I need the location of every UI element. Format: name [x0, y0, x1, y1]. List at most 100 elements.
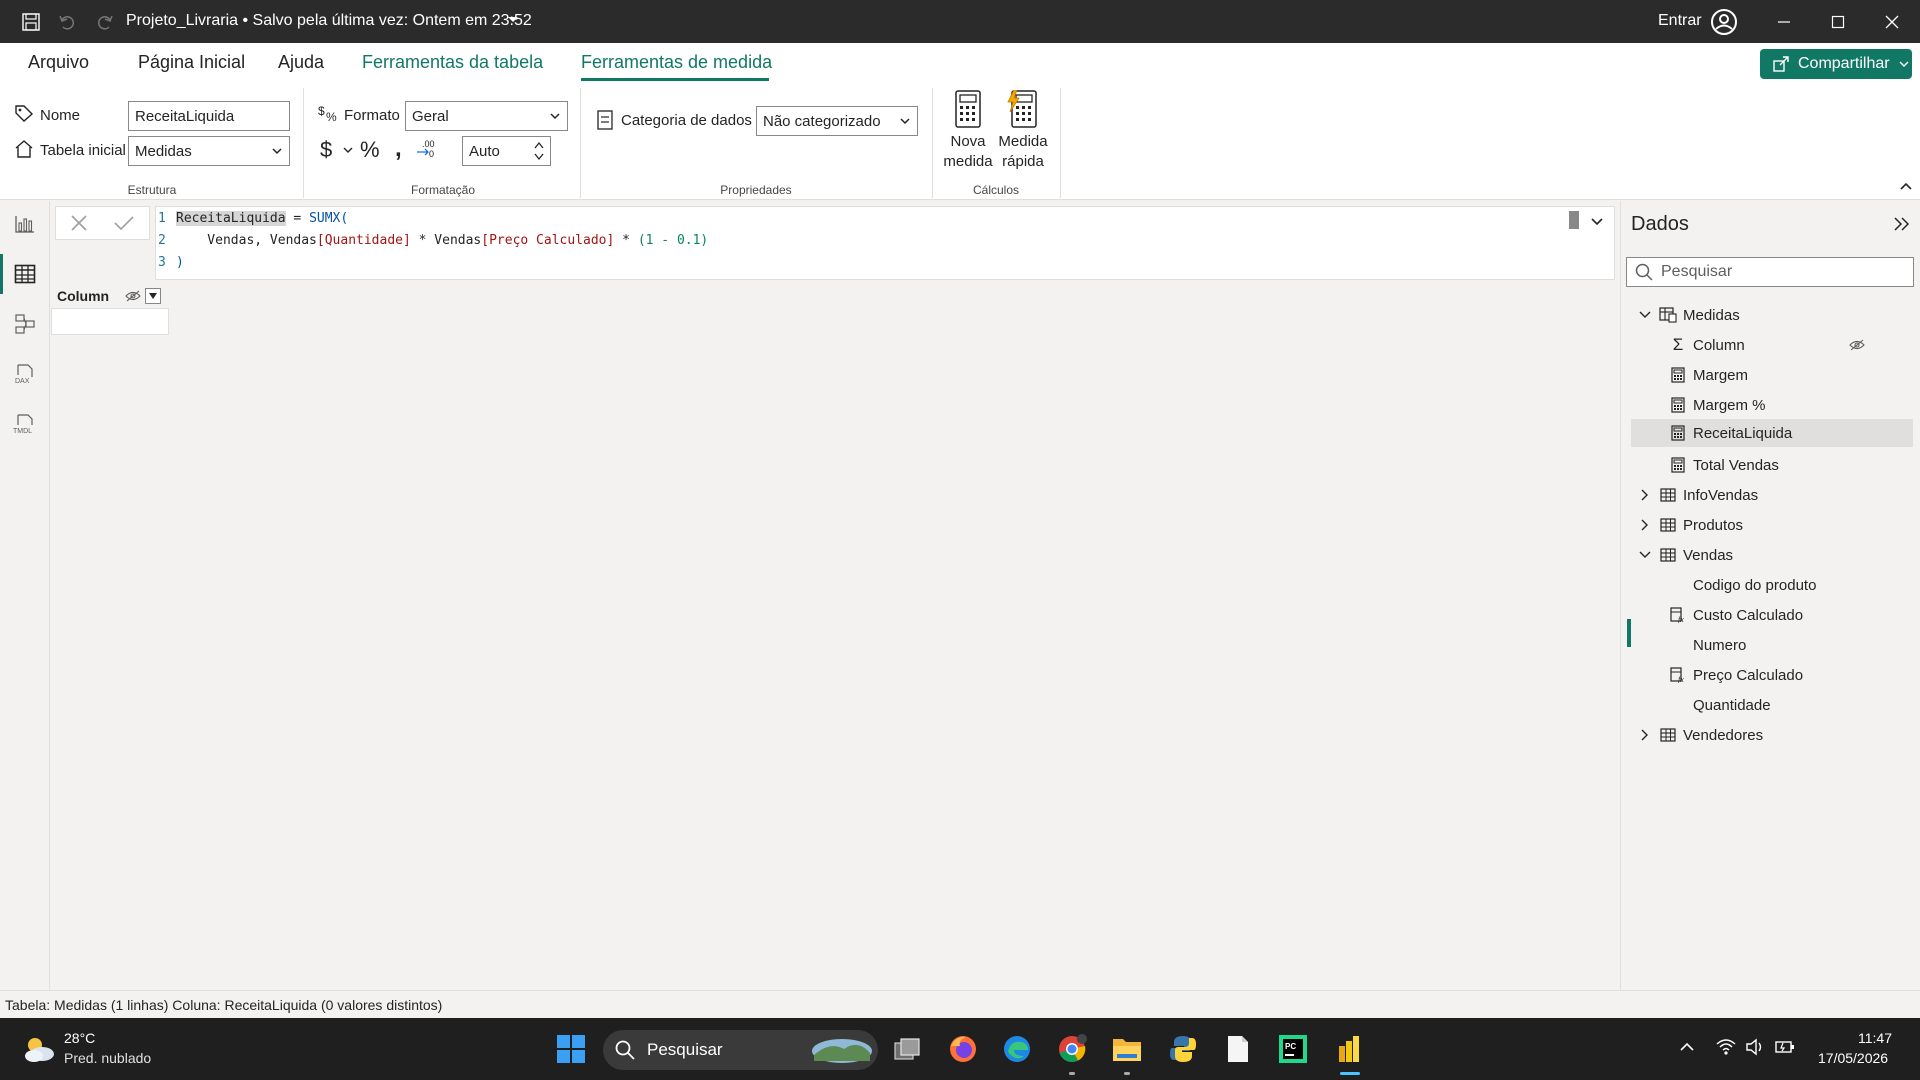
tree-table-vendas[interactable]: Vendas — [1637, 541, 1913, 569]
tab-arquivo[interactable]: Arquivo — [28, 52, 89, 73]
tab-pagina-inicial[interactable]: Página Inicial — [138, 52, 245, 73]
pycharm-icon[interactable]: PC — [1276, 1032, 1310, 1066]
table-cell[interactable] — [51, 308, 169, 335]
chevron-down-icon[interactable] — [343, 145, 353, 155]
chevron-down-icon[interactable] — [506, 13, 520, 27]
document-title[interactable]: Projeto_Livraria • Salvo pela última vez… — [126, 12, 532, 30]
tree-item-column[interactable]: Σ Column — [1669, 331, 1913, 359]
calculated-column-icon: fx — [1669, 606, 1687, 624]
chevron-down-icon — [549, 110, 561, 122]
tree-item-margem-pct[interactable]: Margem % — [1669, 391, 1913, 419]
line-number: 1 — [158, 210, 166, 226]
tree-table-produtos[interactable]: Produtos — [1637, 511, 1913, 539]
tab-ferramentas-medida[interactable]: Ferramentas de medida — [581, 52, 772, 73]
table-view-icon[interactable] — [12, 261, 38, 287]
dax-query-view-icon[interactable]: DAX — [12, 361, 38, 387]
search-highlight-image — [810, 1035, 874, 1065]
column-header[interactable]: Column — [51, 285, 169, 307]
stepper-arrows-icon[interactable] — [534, 140, 544, 162]
chrome-icon[interactable] — [1055, 1032, 1089, 1066]
tree-item-label: Margem — [1693, 366, 1749, 384]
decimal-increase-icon[interactable]: .00 0 — [416, 139, 438, 159]
model-view-icon[interactable] — [12, 311, 38, 337]
tree-table-medidas[interactable]: Medidas — [1637, 301, 1913, 329]
avatar-icon[interactable] — [1710, 8, 1738, 36]
share-button[interactable]: Compartilhar — [1760, 49, 1912, 79]
maximize-button[interactable] — [1810, 0, 1866, 43]
new-measure-button[interactable]: Nova medida — [943, 90, 993, 172]
currency-icon[interactable]: $ — [320, 137, 332, 163]
sign-in-label[interactable]: Entrar — [1658, 12, 1702, 30]
cancel-formula-icon[interactable] — [56, 214, 101, 232]
percent-icon[interactable]: % — [360, 137, 380, 163]
name-input[interactable]: ReceitaLiquida — [128, 101, 290, 131]
save-icon[interactable] — [18, 9, 44, 35]
tree-item-receitaliquida[interactable]: ReceitaLiquida — [1631, 419, 1913, 447]
minimize-button[interactable] — [1756, 0, 1812, 43]
comma-style-icon[interactable]: , — [395, 135, 402, 163]
tab-ajuda[interactable]: Ajuda — [278, 52, 324, 73]
windows-start-icon[interactable] — [554, 1032, 588, 1066]
report-view-icon[interactable] — [12, 211, 38, 237]
tab-ferramentas-tabela[interactable]: Ferramentas da tabela — [362, 52, 543, 73]
format-select[interactable]: Geral — [405, 101, 568, 131]
tree-item-quantidade[interactable]: Quantidade — [1693, 691, 1913, 719]
data-category-select[interactable]: Não categorizado — [756, 106, 918, 136]
tree-item-preco-calculado[interactable]: fx Preço Calculado — [1669, 661, 1913, 689]
task-view-icon[interactable] — [890, 1032, 924, 1066]
tree-table-infovendas[interactable]: InfoVendas — [1637, 481, 1913, 509]
column-filter-icon[interactable] — [145, 288, 162, 304]
clock-date[interactable]: 17/05/2026 — [1818, 1050, 1888, 1066]
data-search-input[interactable]: Pesquisar — [1626, 257, 1914, 287]
chevron-down-icon[interactable] — [1590, 217, 1604, 227]
firefox-icon[interactable] — [946, 1032, 980, 1066]
decimal-places-stepper[interactable]: Auto — [462, 136, 551, 166]
collapse-ribbon-icon[interactable] — [1900, 181, 1912, 191]
tree-item-total-vendas[interactable]: Total Vendas — [1669, 451, 1913, 479]
chevron-down-icon[interactable] — [1637, 311, 1653, 319]
redo-icon[interactable] — [92, 9, 118, 35]
quick-measure-button[interactable]: Medida rápida — [995, 90, 1051, 172]
chevron-right-icon[interactable] — [1637, 519, 1653, 531]
hidden-eye-icon[interactable] — [1849, 339, 1865, 351]
collapse-pane-icon[interactable] — [1893, 216, 1911, 232]
weather-description[interactable]: Pred. nublado — [64, 1050, 151, 1066]
undo-icon[interactable] — [54, 9, 80, 35]
tree-item-codigo-produto[interactable]: Codigo do produto — [1693, 571, 1913, 599]
taskbar-search[interactable]: Pesquisar — [603, 1030, 878, 1070]
chevron-right-icon[interactable] — [1637, 489, 1653, 501]
chevron-down-icon[interactable] — [1637, 551, 1653, 559]
close-button[interactable] — [1864, 0, 1920, 43]
battery-icon[interactable] — [1774, 1038, 1796, 1056]
calculator-icon — [943, 90, 993, 128]
weather-temperature[interactable]: 28°C — [64, 1030, 95, 1046]
weather-icon[interactable] — [22, 1034, 56, 1064]
home-table-select[interactable]: Medidas — [128, 136, 290, 166]
clock-time[interactable]: 11:47 — [1858, 1030, 1892, 1046]
function-token: SUMX( — [309, 210, 349, 226]
chevron-up-icon[interactable] — [1679, 1042, 1695, 1052]
format-icon: $% — [318, 103, 340, 123]
data-category-icon — [597, 110, 613, 130]
editor-scrollbar[interactable] — [1569, 211, 1579, 229]
formula-commit-buttons — [55, 206, 150, 240]
file-explorer-icon[interactable] — [1110, 1032, 1144, 1066]
tmdl-view-icon[interactable]: TMDL — [12, 411, 38, 437]
chevron-right-icon[interactable] — [1637, 729, 1653, 741]
group-divider — [580, 88, 581, 198]
title-bar: Projeto_Livraria • Salvo pela última vez… — [0, 0, 1920, 43]
notepad-icon[interactable] — [1221, 1032, 1255, 1066]
tree-item-margem[interactable]: Margem — [1669, 361, 1913, 389]
edge-icon[interactable] — [1000, 1032, 1034, 1066]
sigma-icon: Σ — [1672, 335, 1684, 354]
tree-table-vendedores[interactable]: Vendedores — [1637, 721, 1913, 749]
tree-item-numero[interactable]: Numero — [1693, 631, 1913, 659]
tree-item-label: Vendedores — [1683, 726, 1764, 744]
formula-editor[interactable]: 1 ReceitaLiquida = SUMX( 2 Vendas, Venda… — [155, 206, 1615, 280]
volume-icon[interactable] — [1745, 1038, 1765, 1056]
python-icon[interactable] — [1166, 1032, 1200, 1066]
tree-item-custo-calculado[interactable]: fx Custo Calculado — [1669, 601, 1913, 629]
wifi-icon[interactable] — [1716, 1038, 1736, 1056]
commit-formula-icon[interactable] — [101, 214, 146, 232]
power-bi-icon[interactable] — [1331, 1032, 1365, 1066]
